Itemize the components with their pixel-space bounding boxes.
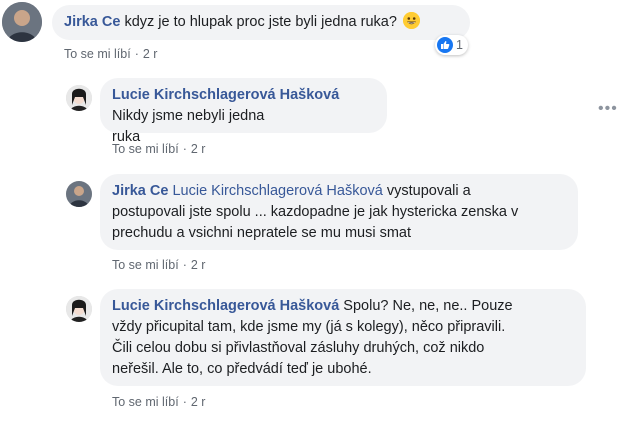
like-link[interactable]: To se mi líbí: [112, 395, 179, 409]
comment-author[interactable]: Lucie Kirchschlagerová Hašková: [112, 87, 339, 103]
comment-actions: To se mi líbí · 2 r: [112, 395, 205, 409]
comment-text: vždy přicupital tam, kde jsme my (já s k…: [112, 319, 506, 335]
like-reaction-icon: [437, 37, 453, 53]
comment-actions: To se mi líbí · 2 r: [64, 47, 157, 61]
comment-text: prechudu a vsichni nepratele se mu musi …: [112, 225, 412, 241]
user-photo-icon: [66, 181, 92, 207]
comment-text: Spolu? Ne, ne, ne.. Pouze: [339, 298, 513, 314]
comment-text: Nikdy jsme nebyli jedna: [112, 108, 265, 124]
grinning-face-emoji-icon: [402, 12, 420, 29]
comment-bubble: Lucie Kirchschlagerová Hašková Spolu? Ne…: [100, 289, 586, 386]
comment-text: neřešil. Ale to, co předvádí teď je uboh…: [112, 361, 372, 377]
comment-bubble: Lucie Kirchschlagerová Hašková Nikdy jsm…: [100, 78, 387, 145]
comment-author[interactable]: Jirka Ce: [112, 183, 168, 199]
reaction-summary[interactable]: 1: [435, 35, 468, 55]
comment-author[interactable]: Jirka Ce: [64, 14, 120, 30]
separator: ·: [182, 258, 187, 272]
avatar[interactable]: [66, 181, 92, 207]
avatar[interactable]: [2, 2, 42, 42]
avatar[interactable]: [66, 85, 92, 111]
like-link[interactable]: To se mi líbí: [112, 142, 179, 156]
comment-bubble: Jirka Ce kdyz je to hlupak proc jste byl…: [52, 5, 470, 40]
mention-link[interactable]: Lucie Kirchschlagerová Hašková: [168, 183, 382, 199]
user-photo-icon: [2, 2, 42, 42]
comment-actions: To se mi líbí · 2 r: [112, 142, 205, 156]
comment-text: vystupovali a: [382, 183, 471, 199]
comment-bubble: Jirka Ce Lucie Kirchschlagerová Hašková …: [100, 174, 578, 250]
timestamp[interactable]: 2 r: [191, 142, 206, 156]
reaction-count: 1: [456, 38, 463, 52]
avatar[interactable]: [66, 296, 92, 322]
comment-text: postupovali jste spolu ... kazdopadne je…: [112, 204, 519, 220]
comment-text: Čili celou dobu si přivlastňoval zásluhy…: [112, 340, 485, 356]
timestamp[interactable]: 2 r: [143, 47, 158, 61]
separator: ·: [134, 47, 139, 61]
comment-author[interactable]: Lucie Kirchschlagerová Hašková: [112, 298, 339, 314]
timestamp[interactable]: 2 r: [191, 258, 206, 272]
separator: ·: [182, 142, 187, 156]
user-photo-icon: [66, 85, 92, 111]
timestamp[interactable]: 2 r: [191, 395, 206, 409]
comment-actions: To se mi líbí · 2 r: [112, 258, 205, 272]
user-photo-icon: [66, 296, 92, 322]
separator: ·: [182, 395, 187, 409]
like-link[interactable]: To se mi líbí: [112, 258, 179, 272]
like-link[interactable]: To se mi líbí: [64, 47, 131, 61]
comment-text: kdyz je to hlupak proc jste byli jedna r…: [120, 14, 397, 30]
more-options-icon[interactable]: •••: [598, 101, 618, 117]
